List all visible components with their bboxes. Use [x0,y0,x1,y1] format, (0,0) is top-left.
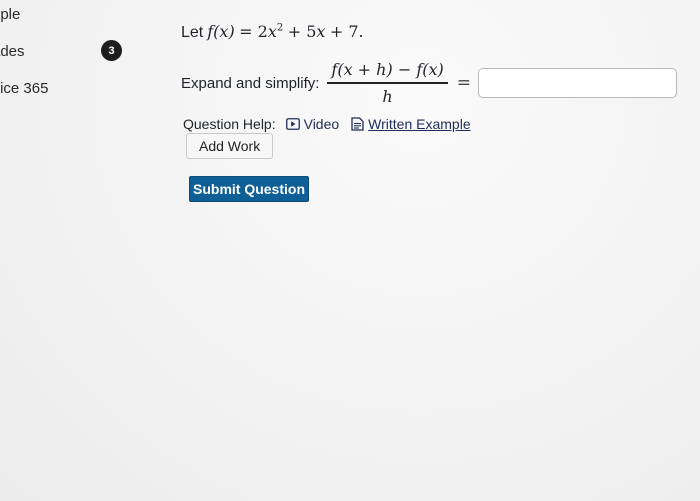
sidebar-item-office-365[interactable]: ffice 365 [0,80,48,97]
constant-term: 7 [348,22,359,41]
function-lhs: f(x) [207,22,235,41]
question-help: Question Help: Video Written Example [183,116,471,132]
expand-row: Expand and simplify: f(x + h) − f(x) h = [181,59,677,107]
coef-a: 2 [257,22,268,41]
variable-x: x [267,22,277,41]
minus-sign: − [397,60,412,80]
numerator-term-b: f(x) [416,60,444,80]
sidebar-item-grades[interactable]: ades [0,43,25,60]
fraction-numerator: f(x + h) − f(x) [327,60,447,82]
answer-input[interactable] [478,68,677,98]
play-icon [285,118,300,130]
numerator-term-a: f(x + h) [331,60,393,80]
written-example-label: Written Example [368,116,471,132]
question-number-badge: 3 [101,40,122,61]
exponent: 2 [276,22,284,34]
fraction-denominator: h [382,86,393,106]
written-example-link[interactable]: Written Example [351,116,471,132]
function-definition: f(x) = 2x2 + 5x + 7. [207,22,364,41]
coef-b: 5 [306,22,317,41]
sidebar: ople ades ffice 365 [0,0,80,501]
submit-question-button[interactable]: Submit Question [189,176,309,202]
equals-sign: = [456,73,471,93]
add-work-button[interactable]: Add Work [186,133,274,159]
question-help-label: Question Help: [183,116,276,132]
prompt-prefix: Let [181,24,204,41]
video-link[interactable]: Video [285,116,340,132]
expand-label: Expand and simplify: [181,74,320,92]
sidebar-item-people[interactable]: ople [0,6,20,23]
question-statement: Let f(x) = 2x2 + 5x + 7. [181,22,364,42]
difference-quotient: f(x + h) − f(x) h [327,60,448,106]
variable-x-2: x [316,22,326,41]
video-link-label: Video [303,116,340,132]
document-icon [351,117,364,131]
